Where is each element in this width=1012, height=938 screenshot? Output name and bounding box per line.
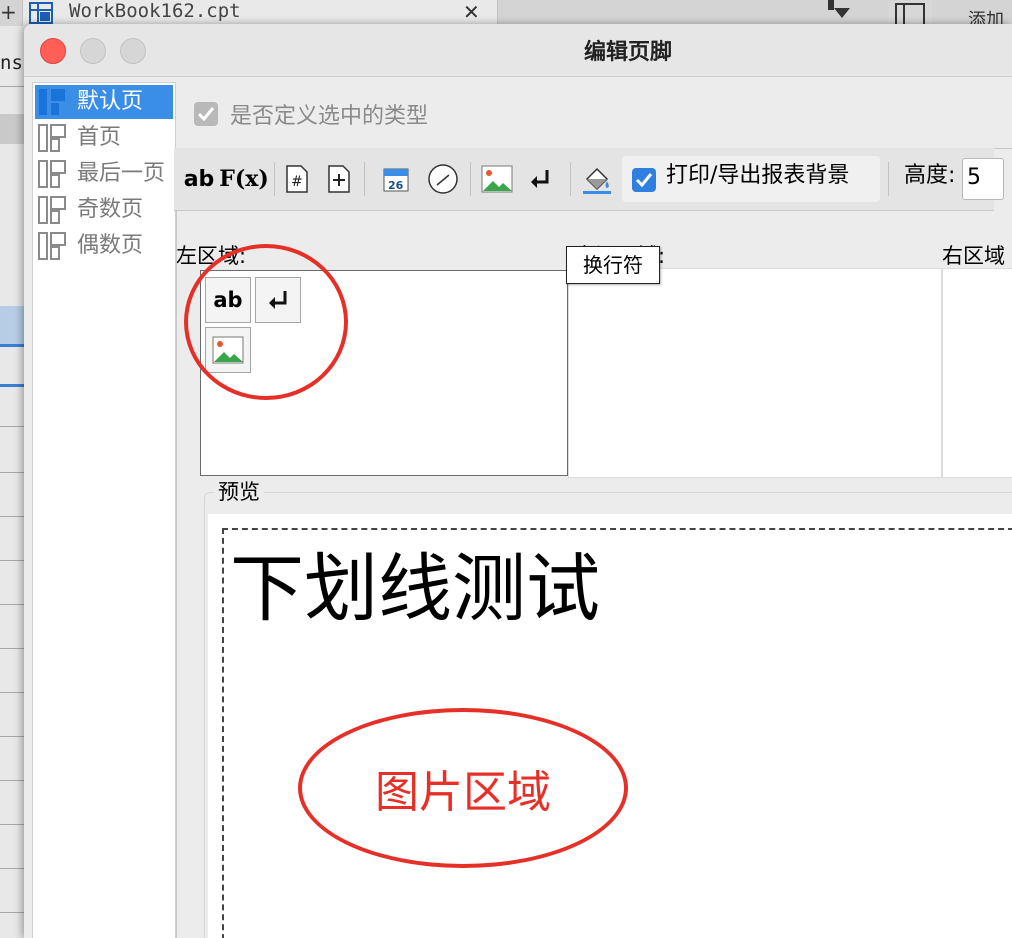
page-list-label: 最后一页 xyxy=(77,161,166,186)
page-list-item-last[interactable]: 最后一页 xyxy=(35,157,173,191)
page-list-item-default[interactable]: 默认页 xyxy=(35,85,173,119)
total-pages-icon xyxy=(328,165,350,193)
line-break-icon xyxy=(531,170,549,188)
toolbar-separator xyxy=(888,162,889,196)
insert-formula-button[interactable]: F(x) xyxy=(219,162,269,196)
workbook-tab[interactable]: WorkBook162.cpt ✕ xyxy=(22,0,498,26)
background-label-fragment: ns xyxy=(0,52,23,74)
background-tab-bar: + WorkBook162.cpt ✕ 添加 xyxy=(0,0,1012,31)
print-background-label: 打印/导出报表背景 xyxy=(666,163,850,188)
insert-text-button[interactable]: ab xyxy=(184,162,215,196)
image-icon xyxy=(481,165,513,193)
background-fill-button[interactable] xyxy=(580,162,614,196)
new-tab-button[interactable]: + xyxy=(0,0,17,26)
insert-line-break-button[interactable] xyxy=(526,162,554,196)
layout-tool-button[interactable] xyxy=(888,0,932,27)
layout-icon xyxy=(895,3,925,27)
page-list-item-first[interactable]: 首页 xyxy=(35,121,173,155)
line-break-tooltip: 换行符 xyxy=(566,246,660,284)
dialog-title: 编辑页脚 xyxy=(584,40,673,65)
insert-page-number-button[interactable]: # xyxy=(282,162,312,196)
edit-footer-dialog: 编辑页脚 默认页 首页 最后一页 奇数页 偶数页 是否定义选中的类型 ab F(… xyxy=(24,24,1012,938)
checkmark-icon xyxy=(197,107,215,122)
page-type-icon xyxy=(39,89,65,115)
height-label: 高度: xyxy=(904,163,956,188)
toolbar-separator xyxy=(364,162,365,196)
page-list-item-even[interactable]: 偶数页 xyxy=(35,229,173,263)
page-list-label: 首页 xyxy=(77,125,122,150)
close-window-button[interactable] xyxy=(40,38,66,64)
define-type-label: 是否定义选中的类型 xyxy=(230,104,429,129)
tab-title: WorkBook162.cpt xyxy=(69,0,241,22)
define-type-checkbox[interactable] xyxy=(194,102,218,126)
preview-footer-text: 下划线测试 xyxy=(230,546,600,632)
toolbar-separator xyxy=(274,162,275,196)
dropdown-arrow-icon[interactable] xyxy=(826,0,852,20)
page-type-icon xyxy=(38,124,66,152)
right-region-drop-area[interactable] xyxy=(942,268,1012,478)
background-side-strip xyxy=(0,26,26,938)
page-number-icon: # xyxy=(286,165,308,193)
paint-bucket-icon xyxy=(583,167,611,194)
page-type-icon xyxy=(38,232,66,260)
minimize-window-button[interactable] xyxy=(80,38,106,64)
svg-text:26: 26 xyxy=(388,179,404,192)
clock-icon xyxy=(428,164,458,194)
insert-total-pages-button[interactable] xyxy=(324,162,354,196)
annotation-circle xyxy=(184,244,348,400)
height-input[interactable]: 5 xyxy=(962,158,1004,200)
insert-image-button[interactable] xyxy=(480,162,514,196)
toolbar-separator xyxy=(570,162,571,196)
workbook-icon xyxy=(29,2,53,24)
page-type-icon xyxy=(38,160,66,188)
height-value: 5 xyxy=(967,165,981,190)
preview-legend: 预览 xyxy=(214,476,264,506)
checkmark-icon xyxy=(635,173,653,188)
page-list-label: 偶数页 xyxy=(77,233,144,258)
maximize-window-button[interactable] xyxy=(120,38,146,64)
print-background-checkbox[interactable] xyxy=(632,168,656,192)
right-region-label: 右区域 xyxy=(942,244,1005,268)
image-area-label: 图片区域 xyxy=(375,767,551,818)
page-type-icon xyxy=(38,196,66,224)
insert-time-button[interactable] xyxy=(426,162,460,196)
insert-date-button[interactable]: 26 xyxy=(380,162,412,196)
calendar-icon: 26 xyxy=(383,168,409,192)
page-type-list: 默认页 首页 最后一页 奇数页 偶数页 xyxy=(32,82,176,938)
center-region-drop-area[interactable] xyxy=(568,268,942,478)
page-list-item-odd[interactable]: 奇数页 xyxy=(35,193,173,227)
page-list-label: 奇数页 xyxy=(77,197,144,222)
tab-close-icon[interactable]: ✕ xyxy=(463,0,480,25)
svg-text:#: # xyxy=(291,174,303,190)
footer-toolbar: ab F(x) # 26 打印/导出报表背景 高度: 5 xyxy=(174,148,1004,211)
image-area-annotation: 图片区域 xyxy=(298,708,628,868)
toolbar-separator xyxy=(470,162,471,196)
page-list-label: 默认页 xyxy=(77,89,144,114)
dialog-titlebar: 编辑页脚 xyxy=(24,24,1012,77)
